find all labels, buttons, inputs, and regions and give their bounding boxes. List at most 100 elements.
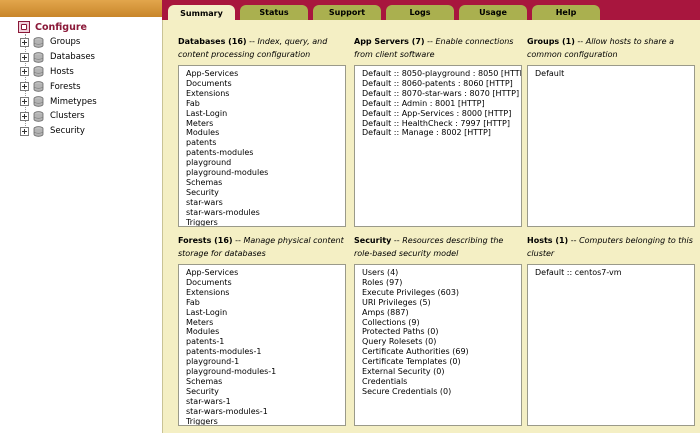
tree-item-hosts[interactable]: Hosts xyxy=(20,65,97,80)
list-item[interactable]: Last-Login xyxy=(186,109,345,119)
panel-title-link[interactable]: Groups (1) xyxy=(527,37,575,46)
list-item[interactable]: Extensions xyxy=(186,89,345,99)
list-item[interactable]: Default :: HealthCheck : 7997 [HTTP] xyxy=(362,119,521,129)
list-item[interactable]: patents xyxy=(186,138,345,148)
list-item[interactable]: star-wars-1 xyxy=(186,397,345,407)
list-item[interactable]: Default :: Manage : 8002 [HTTP] xyxy=(362,128,521,138)
list-item[interactable]: Modules xyxy=(186,327,345,337)
expand-icon[interactable] xyxy=(20,97,29,107)
list-item[interactable]: App-Services xyxy=(186,268,345,278)
list-item[interactable]: playground xyxy=(186,158,345,168)
panel-title-link[interactable]: Databases (16) xyxy=(178,37,247,46)
list-item[interactable]: Default :: 8060-patents : 8060 [HTTP] xyxy=(362,79,521,89)
expand-icon[interactable] xyxy=(20,52,29,62)
panel-title-link[interactable]: Hosts (1) xyxy=(527,236,568,245)
tree-item-clusters[interactable]: Clusters xyxy=(20,109,97,124)
list-item[interactable]: Default :: Admin : 8001 [HTTP] xyxy=(362,99,521,109)
panel-header: Databases (16) -- Index, query, and cont… xyxy=(178,36,346,62)
list-item[interactable]: Secure Credentials (0) xyxy=(362,387,521,397)
list-item[interactable]: Documents xyxy=(186,278,345,288)
panel-title-link[interactable]: App Servers (7) xyxy=(354,37,425,46)
tree-item-label[interactable]: Hosts xyxy=(50,67,74,77)
list-item[interactable]: Certificate Templates (0) xyxy=(362,357,521,367)
list-item[interactable]: Extensions xyxy=(186,288,345,298)
list-item[interactable]: Fab xyxy=(186,99,345,109)
list-item[interactable]: Default :: App-Services : 8000 [HTTP] xyxy=(362,109,521,119)
list-item[interactable]: Schemas xyxy=(186,377,345,387)
list-item[interactable]: Meters xyxy=(186,318,345,328)
list-item[interactable]: Modules xyxy=(186,128,345,138)
expand-icon[interactable] xyxy=(20,37,29,47)
panel-list-box: App-Services Documents Extensions Fab Last-L… xyxy=(178,65,346,227)
tree-item-mimetypes[interactable]: Mimetypes xyxy=(20,94,97,109)
panel-header: Hosts (1) -- Computers belonging to this… xyxy=(527,235,695,261)
list-item[interactable]: patents-modules-1 xyxy=(186,347,345,357)
list-item[interactable]: Collections (9) xyxy=(362,318,521,328)
tree-item-label[interactable]: Clusters xyxy=(50,111,85,121)
list-item[interactable]: Users (4) xyxy=(362,268,521,278)
list-item[interactable]: Triggers xyxy=(186,218,345,226)
tree-item-databases[interactable]: Databases xyxy=(20,50,97,65)
list-item[interactable]: URI Privileges (5) xyxy=(362,298,521,308)
list-item[interactable]: Meters xyxy=(186,119,345,129)
list-item[interactable]: Default xyxy=(535,69,694,79)
panel-title-link[interactable]: Security xyxy=(354,236,391,245)
list-item[interactable]: Certificate Authorities (69) xyxy=(362,347,521,357)
list-item[interactable]: playground-1 xyxy=(186,357,345,367)
list-item[interactable]: Default :: 8050-playground : 8050 [HTTP] xyxy=(362,69,521,79)
panel-forests: Forests (16) -- Manage physical content … xyxy=(178,235,346,426)
tree-root-label[interactable]: Configure xyxy=(35,22,87,33)
list-item[interactable]: Default :: 8070-star-wars : 8070 [HTTP] xyxy=(362,89,521,99)
list-item[interactable]: playground-modules-1 xyxy=(186,367,345,377)
panel-list-box: Default :: centos7-vm xyxy=(527,264,695,426)
panel-title-link[interactable]: Forests (16) xyxy=(178,236,233,245)
tree-root-configure[interactable]: Configure xyxy=(18,20,87,34)
list-item[interactable]: External Security (0) xyxy=(362,367,521,377)
list-item[interactable]: star-wars xyxy=(186,198,345,208)
list-item[interactable]: Default :: centos7-vm xyxy=(535,268,694,278)
tab-status[interactable]: Status xyxy=(240,5,308,20)
expand-icon[interactable] xyxy=(20,82,29,92)
list-item[interactable]: star-wars-modules-1 xyxy=(186,407,345,417)
tree-item-label[interactable]: Forests xyxy=(50,82,81,92)
panel-app-servers: App Servers (7) -- Enable connections fr… xyxy=(354,36,522,227)
tab-logs[interactable]: Logs xyxy=(386,5,454,20)
list-item[interactable]: Last-Login xyxy=(186,308,345,318)
list-item[interactable]: Fab xyxy=(186,298,345,308)
tree-item-label[interactable]: Groups xyxy=(50,37,80,47)
list-item[interactable]: Roles (97) xyxy=(362,278,521,288)
tree-item-label[interactable]: Mimetypes xyxy=(50,97,97,107)
tree-item-label[interactable]: Databases xyxy=(50,52,95,62)
list-item[interactable]: patents-modules xyxy=(186,148,345,158)
list-item[interactable]: star-wars-modules xyxy=(186,208,345,218)
tree-item-groups[interactable]: Groups xyxy=(20,35,97,50)
list-item[interactable]: Amps (887) xyxy=(362,308,521,318)
list-item[interactable]: Query Rolesets (0) xyxy=(362,337,521,347)
tab-help[interactable]: Help xyxy=(532,5,600,20)
tab-usage[interactable]: Usage xyxy=(459,5,527,20)
tab-support[interactable]: Support xyxy=(313,5,381,20)
list-item[interactable]: Execute Privileges (603) xyxy=(362,288,521,298)
list-item[interactable]: Protected Paths (0) xyxy=(362,327,521,337)
expand-icon[interactable] xyxy=(20,67,29,77)
expand-icon[interactable] xyxy=(20,111,29,121)
tree-item-security[interactable]: Security xyxy=(20,124,97,139)
list-item[interactable]: Security xyxy=(186,387,345,397)
list-item[interactable]: App-Services xyxy=(186,69,345,79)
expand-icon[interactable] xyxy=(20,126,29,136)
list-item[interactable]: Security xyxy=(186,188,345,198)
list-item[interactable]: Documents xyxy=(186,79,345,89)
panel-header: Groups (1) -- Allow hosts to share a com… xyxy=(527,36,695,62)
list-item[interactable]: patents-1 xyxy=(186,337,345,347)
tree-item-label[interactable]: Security xyxy=(50,126,85,136)
list-item[interactable]: playground-modules xyxy=(186,168,345,178)
tree-item-forests[interactable]: Forests xyxy=(20,79,97,94)
list-item[interactable]: Triggers xyxy=(186,417,345,425)
tab-summary[interactable]: Summary xyxy=(168,5,235,21)
panel-header: Forests (16) -- Manage physical content … xyxy=(178,235,346,261)
panel-list: App-Services Documents Extensions Fab Last-L… xyxy=(186,268,345,425)
separator: -- xyxy=(246,37,258,46)
list-item[interactable]: Credentials xyxy=(362,377,521,387)
database-icon xyxy=(33,111,44,122)
list-item[interactable]: Schemas xyxy=(186,178,345,188)
